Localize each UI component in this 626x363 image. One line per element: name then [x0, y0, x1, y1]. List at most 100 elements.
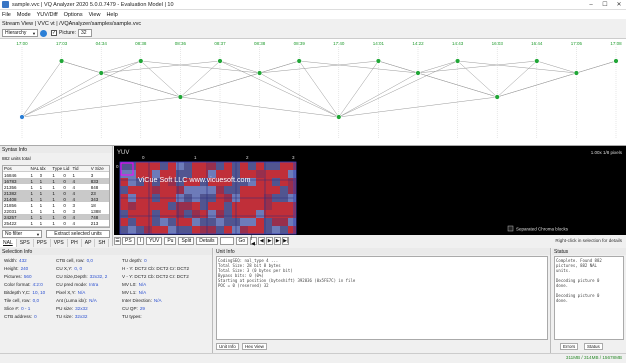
menu-options[interactable]: Options — [64, 12, 83, 18]
frame-block — [256, 226, 264, 234]
filter-select[interactable]: No filter ▼ — [2, 230, 42, 238]
info-icon[interactable] — [40, 29, 47, 37]
column-header[interactable]: NAL — [30, 166, 39, 171]
column-header[interactable]: Type — [52, 166, 63, 171]
table-cell: 3 — [72, 202, 75, 208]
mode-select[interactable]: Hierarchy ▼ — [2, 29, 38, 37]
close-icon[interactable]: ✕ — [612, 0, 626, 10]
yuv-label: YUV — [117, 150, 129, 156]
table-row[interactable]: 16846 1 0 1 0 1 3 — [3, 172, 109, 178]
tab-hex-view[interactable]: Hex View — [242, 343, 267, 350]
table-row[interactable]: 21408 1 1 1 0 4 343 — [3, 196, 109, 202]
table-row[interactable]: 21356 1 1 1 0 4 848 — [3, 184, 109, 190]
table-row[interactable]: 25422 1 1 1 0 4 213 — [3, 220, 109, 226]
yuv-select[interactable]: YUV — [146, 236, 163, 245]
table-row[interactable]: 21856 1 1 1 0 3 18 — [3, 202, 109, 208]
frame-block — [224, 186, 232, 194]
tab-unit-info[interactable]: Unit Info — [216, 343, 239, 350]
picture-number-input[interactable] — [219, 236, 234, 245]
window-title: sample.vvc | VQ Analyzer 2020 5.0.0.7479… — [12, 1, 174, 8]
next-frame-icon[interactable]: ▶ — [274, 236, 282, 245]
selection-field: CTB cell, row: 0,0 — [56, 258, 93, 263]
last-frame-icon[interactable]: ▶| — [282, 236, 290, 245]
tab-sh[interactable]: SH — [95, 239, 110, 247]
frame-block — [224, 226, 232, 234]
status-log[interactable]: Complete. Found 882 pictures, 882 NAL unit… — [554, 256, 624, 340]
frame-block — [288, 226, 296, 234]
table-row[interactable]: 24257 1 1 1 0 4 748 — [3, 214, 109, 220]
pu-toggle[interactable]: Pu — [164, 236, 177, 245]
hierarchy-graph[interactable]: 17:00 17:03 04:34 08:38 08:36 08:37 08:38 08:39… — [0, 38, 626, 146]
prev-frame-icon[interactable]: ◀ — [258, 236, 266, 245]
selection-info-header: Selection Info — [0, 248, 212, 255]
reference-edge — [576, 60, 617, 74]
table-row[interactable]: 16783 1 1 1 0 4 833 — [3, 178, 109, 184]
menu-icon[interactable]: ☰ — [114, 236, 121, 245]
field-value: 0 — [144, 258, 147, 263]
tab-vps[interactable]: VPS — [51, 239, 68, 247]
menu-mode[interactable]: Mode — [17, 12, 31, 18]
syntax-table[interactable]: Pos NAL Idx Type Lid Tid V Size 16846 1 0 1 0 1 3 1678… — [2, 165, 110, 228]
i-button[interactable]: I — [136, 236, 145, 245]
first-frame-icon[interactable]: |◀ — [250, 235, 258, 247]
picture-input[interactable]: 32 — [77, 29, 92, 37]
frame-block — [152, 210, 160, 218]
table-row[interactable]: 2628811104288 — [3, 226, 109, 227]
selection-field: Inter Direction: N/A — [122, 298, 162, 303]
menu-help[interactable]: Help — [106, 12, 117, 18]
tab-ph[interactable]: PH — [68, 239, 82, 247]
hierarchy-graph-canvas[interactable]: 17:00 17:03 04:34 08:38 08:36 08:37 08:38 08:39… — [0, 39, 626, 147]
menu-view[interactable]: View — [89, 12, 101, 18]
tab-ap[interactable]: AP — [82, 239, 96, 247]
menu-file[interactable]: File — [2, 12, 11, 18]
column-header[interactable]: V Size — [91, 166, 109, 171]
table-cell: 1 — [30, 214, 33, 220]
memory-usage: 311MB / 314MB / 15678MB — [565, 355, 622, 360]
column-header[interactable]: Idx — [40, 166, 53, 171]
frame-block — [240, 202, 248, 210]
split-toggle[interactable]: Split — [178, 236, 195, 245]
column-header[interactable]: Lid — [63, 166, 72, 171]
table-row[interactable]: 22031 1 1 1 0 3 1388 — [3, 208, 109, 214]
time-label: 16:44 — [531, 41, 543, 46]
time-label: 17:03 — [56, 41, 68, 46]
minimize-icon[interactable]: – — [584, 0, 598, 10]
menu-yuvdiff[interactable]: YUV/Diff — [37, 12, 58, 18]
table-cell: 23 — [90, 190, 96, 196]
frame-block — [144, 226, 152, 234]
tab-nal[interactable]: NAL — [0, 239, 17, 247]
column-header[interactable]: Tid — [72, 166, 90, 171]
tab-pps[interactable]: PPS — [34, 239, 51, 247]
picture-node — [415, 70, 421, 76]
details-toggle[interactable]: Details — [196, 236, 218, 245]
yuv-view[interactable]: YUV 1.00x 1/8 pixels 0 1 2 3 0 ViCue Soft LLC w… — [114, 146, 626, 235]
table-cell: 0 — [63, 208, 66, 214]
frame-block — [256, 218, 264, 226]
selection-field: Pixel X,Y: N/A — [56, 290, 85, 295]
picture-checkbox[interactable]: ✓ — [51, 30, 57, 36]
picture-node — [336, 114, 342, 120]
frame-block — [216, 210, 224, 218]
selection-field: Ant (Luma idx): N/A — [56, 298, 97, 303]
yuv-toolbar: ☰ PS I YUV Pu Split Details Go |◀ ◀ ▶ ▶ … — [114, 235, 626, 247]
field-label: Ant (Luma idx): — [56, 298, 88, 303]
table-row[interactable]: 21382 1 1 1 0 4 23 — [3, 190, 109, 196]
column-header[interactable]: Pos — [3, 166, 30, 171]
go-button[interactable]: Go — [235, 236, 249, 245]
field-value: 0,0 — [86, 258, 93, 263]
maximize-icon[interactable]: ☐ — [598, 0, 612, 10]
tab-sps[interactable]: SPS — [17, 239, 34, 247]
field-label: CU QP: — [122, 306, 138, 311]
unit-info-text[interactable]: CodingSEQ: nal_type 4 ... Total Size: 28 … — [216, 256, 548, 340]
frame-block — [184, 226, 192, 234]
tab-errors[interactable]: Errors — [560, 343, 579, 350]
separated-chroma-checkbox — [507, 225, 514, 232]
frame-block — [216, 218, 224, 226]
time-label: 08:38 — [254, 41, 266, 46]
table-cell: 16846 — [4, 172, 17, 178]
yuv-canvas[interactable]: YUV 1.00x 1/8 pixels0 1 2 30ViCue Soft LLC w… — [114, 146, 626, 235]
extract-selected-button[interactable]: Extract selected units — [46, 230, 110, 238]
ps-button[interactable]: PS — [122, 236, 135, 245]
tab-status[interactable]: Status — [584, 343, 603, 350]
play-icon[interactable]: ▶ — [266, 236, 274, 245]
